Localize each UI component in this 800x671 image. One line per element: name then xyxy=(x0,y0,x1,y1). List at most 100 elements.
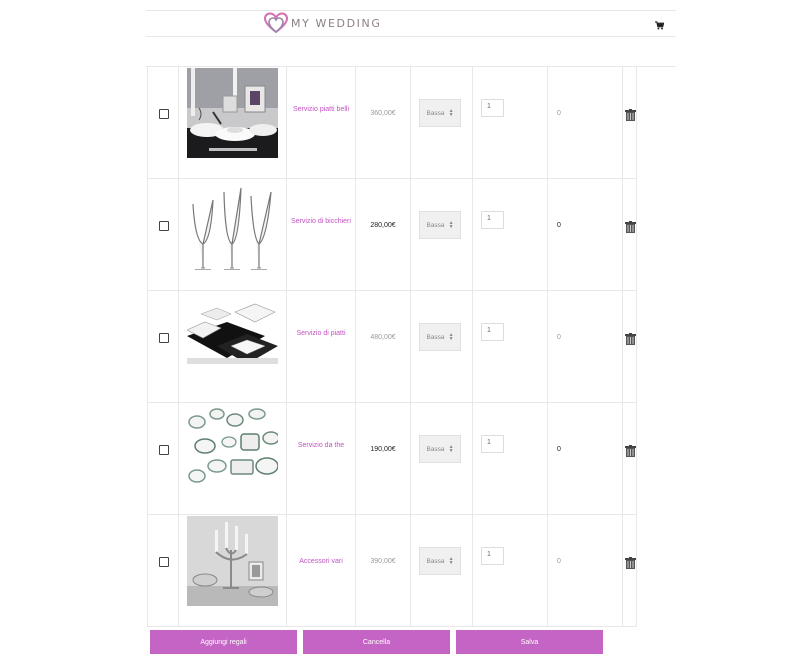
price-cell: 190,00€ xyxy=(355,403,410,514)
gift-name-link[interactable]: Servizio da the xyxy=(287,441,355,451)
quantity-cell: 1 xyxy=(472,403,547,514)
priority-value: Bassa xyxy=(426,445,445,453)
table-row: Servizio piatti belli 360,00€ Bassa ▲ ▼ 1 … xyxy=(147,67,637,179)
brand-logo[interactable]: MY WEDDING xyxy=(264,12,381,34)
row-checkbox[interactable] xyxy=(159,445,169,455)
add-gifts-button[interactable]: Aggiungi regali xyxy=(150,630,297,654)
trash-icon[interactable] xyxy=(625,556,636,574)
received-cell: 0 xyxy=(547,291,622,402)
name-cell: Servizio da the xyxy=(286,403,355,514)
delete-cell xyxy=(622,403,637,514)
delete-cell xyxy=(622,291,637,402)
select-cell xyxy=(147,179,178,290)
delete-cell xyxy=(622,179,637,290)
black-white-plates-image xyxy=(187,292,278,382)
price-cell: 390,00€ xyxy=(355,515,410,626)
select-arrows-icon: ▲ ▼ xyxy=(448,220,454,230)
wine-glasses-image xyxy=(187,180,278,270)
cancel-button[interactable]: Cancella xyxy=(303,630,450,654)
header-divider xyxy=(146,36,676,37)
priority-cell: Bassa ▲ ▼ xyxy=(410,515,472,626)
name-cell: Servizio di bicchieri xyxy=(286,179,355,290)
row-checkbox[interactable] xyxy=(159,221,169,231)
price-cell: 480,00€ xyxy=(355,291,410,402)
received-count: 0 xyxy=(557,110,561,117)
name-cell: Servizio piatti belli xyxy=(286,67,355,178)
received-cell: 0 xyxy=(547,403,622,514)
gift-name-link[interactable]: Servizio di piatti xyxy=(287,329,355,339)
priority-value: Bassa xyxy=(426,109,445,117)
priority-select[interactable]: Bassa ▲ ▼ xyxy=(419,547,461,575)
gift-name-link[interactable]: Servizio di bicchieri xyxy=(287,217,355,227)
priority-select[interactable]: Bassa ▲ ▼ xyxy=(419,99,461,127)
trash-icon[interactable] xyxy=(625,108,636,126)
tea-set-image xyxy=(187,404,278,494)
priority-value: Bassa xyxy=(426,557,445,565)
image-cell xyxy=(178,515,286,626)
row-checkbox[interactable] xyxy=(159,109,169,119)
cart-icon[interactable] xyxy=(655,17,665,35)
select-arrows-icon: ▲ ▼ xyxy=(448,108,454,118)
priority-value: Bassa xyxy=(426,333,445,341)
gift-price: 360,00€ xyxy=(370,110,396,117)
priority-cell: Bassa ▲ ▼ xyxy=(410,291,472,402)
row-checkbox[interactable] xyxy=(159,557,169,567)
name-cell: Accessori vari xyxy=(286,515,355,626)
quantity-input[interactable]: 1 xyxy=(481,435,504,453)
table-setting-image xyxy=(187,68,278,158)
select-arrows-icon: ▲ ▼ xyxy=(448,556,454,566)
received-count: 0 xyxy=(557,446,561,453)
gift-price: 480,00€ xyxy=(370,334,396,341)
gift-price: 280,00€ xyxy=(370,222,396,229)
priority-cell: Bassa ▲ ▼ xyxy=(410,403,472,514)
delete-cell xyxy=(622,67,637,178)
priority-value: Bassa xyxy=(426,221,445,229)
trash-icon[interactable] xyxy=(625,444,636,462)
received-count: 0 xyxy=(557,222,561,229)
quantity-input[interactable]: 1 xyxy=(481,211,504,229)
table-row: Servizio da the 190,00€ Bassa ▲ ▼ 1 0 xyxy=(147,403,637,515)
quantity-input[interactable]: 1 xyxy=(481,99,504,117)
select-arrows-icon: ▲ ▼ xyxy=(448,332,454,342)
gift-price: 190,00€ xyxy=(370,446,396,453)
received-count: 0 xyxy=(557,558,561,565)
quantity-input[interactable]: 1 xyxy=(481,547,504,565)
name-cell: Servizio di piatti xyxy=(286,291,355,402)
price-cell: 360,00€ xyxy=(355,67,410,178)
select-cell xyxy=(147,67,178,178)
quantity-cell: 1 xyxy=(472,515,547,626)
priority-select[interactable]: Bassa ▲ ▼ xyxy=(419,211,461,239)
received-cell: 0 xyxy=(547,67,622,178)
delete-cell xyxy=(622,515,637,626)
select-cell xyxy=(147,291,178,402)
brand-name: MY WEDDING xyxy=(291,16,382,30)
table-row: Servizio di bicchieri 280,00€ Bassa ▲ ▼ 1 … xyxy=(147,179,637,291)
row-checkbox[interactable] xyxy=(159,333,169,343)
trash-icon[interactable] xyxy=(625,220,636,238)
trash-icon[interactable] xyxy=(625,332,636,350)
priority-cell: Bassa ▲ ▼ xyxy=(410,179,472,290)
received-cell: 0 xyxy=(547,515,622,626)
priority-select[interactable]: Bassa ▲ ▼ xyxy=(419,323,461,351)
quantity-cell: 1 xyxy=(472,291,547,402)
image-cell xyxy=(178,67,286,178)
quantity-cell: 1 xyxy=(472,179,547,290)
received-cell: 0 xyxy=(547,179,622,290)
select-arrows-icon: ▲ ▼ xyxy=(448,444,454,454)
gift-price: 390,00€ xyxy=(370,558,396,565)
site-header: MY WEDDING xyxy=(146,11,676,36)
quantity-input[interactable]: 1 xyxy=(481,323,504,341)
select-cell xyxy=(147,515,178,626)
price-cell: 280,00€ xyxy=(355,179,410,290)
select-cell xyxy=(147,403,178,514)
save-button[interactable]: Salva xyxy=(456,630,603,654)
image-cell xyxy=(178,179,286,290)
received-count: 0 xyxy=(557,334,561,341)
priority-select[interactable]: Bassa ▲ ▼ xyxy=(419,435,461,463)
priority-cell: Bassa ▲ ▼ xyxy=(410,67,472,178)
image-cell xyxy=(178,403,286,514)
gift-name-link[interactable]: Accessori vari xyxy=(287,557,355,567)
image-cell xyxy=(178,291,286,402)
candelabra-image xyxy=(187,516,278,606)
gift-name-link[interactable]: Servizio piatti belli xyxy=(287,105,355,115)
